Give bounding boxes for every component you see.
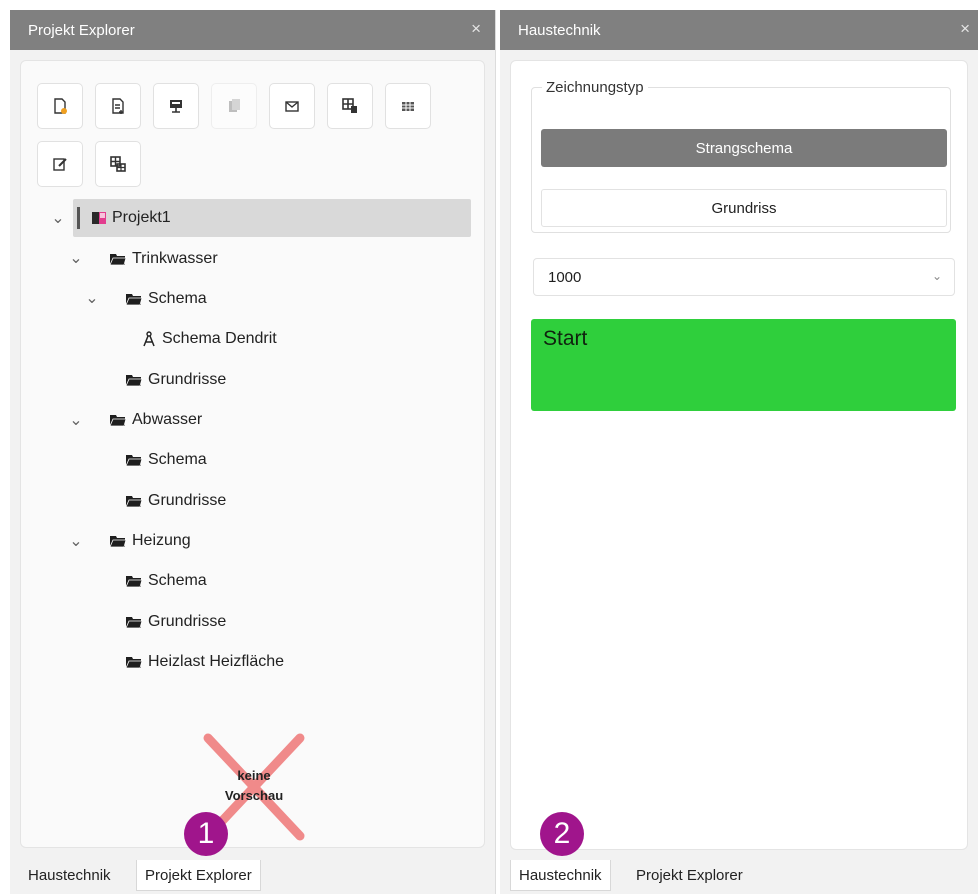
- left-tab-strip: Haustechnik Projekt Explorer: [10, 856, 495, 894]
- chevron-down-icon[interactable]: ⌄: [69, 412, 83, 429]
- scale-select-value: 1000: [548, 268, 582, 286]
- annotation-badge-2: 2: [540, 812, 584, 856]
- tree-node-abwasser-schema[interactable]: Schema: [125, 442, 207, 478]
- add-document-icon: [112, 98, 124, 114]
- annotation-badge-1: 1: [184, 812, 228, 856]
- haustechnik-titlebar: Haustechnik ×: [500, 10, 978, 50]
- projekt-explorer-pane: Projekt Explorer × ⌄ Projekt1 ⌄ Trinkwas…: [10, 10, 496, 894]
- tab-projekt-explorer[interactable]: Projekt Explorer: [136, 860, 261, 891]
- tree-node-heizlast-heizflaeche[interactable]: Heizlast Heizfläche: [125, 644, 284, 680]
- tree-node-trinkwasser[interactable]: Trinkwasser: [109, 241, 218, 277]
- tree-node-label: Heizung: [132, 532, 191, 549]
- tree-node-label: Schema: [148, 290, 207, 307]
- tree-node-heizung[interactable]: Heizung: [109, 523, 191, 559]
- new-file-icon: [54, 98, 67, 114]
- layout-icon: [110, 156, 126, 172]
- folder-open-icon: [125, 615, 143, 629]
- tree-node-label: Schema: [148, 451, 207, 468]
- tree-node-trinkwasser-grundrisse[interactable]: Grundrisse: [125, 362, 226, 398]
- chevron-down-icon[interactable]: ⌄: [69, 250, 83, 267]
- tree-node-heizung-grundrisse[interactable]: Grundrisse: [125, 604, 226, 640]
- tree-node-label: Heizlast Heizfläche: [148, 653, 285, 670]
- tree-node-schema-dendrit[interactable]: Schema Dendrit: [141, 321, 277, 357]
- tree-node-label: Projekt1: [112, 209, 171, 226]
- edit-icon: [53, 158, 67, 171]
- folder-open-icon: [125, 292, 143, 306]
- new-file-button[interactable]: [37, 83, 83, 129]
- presentation-button[interactable]: [153, 83, 199, 129]
- tree-node-label: Schema Dendrit: [162, 330, 277, 347]
- tree-node-label: Grundrisse: [148, 371, 227, 388]
- tree-node-label: Abwasser: [132, 411, 203, 428]
- tree-node-abwasser-grundrisse[interactable]: Grundrisse: [125, 483, 226, 519]
- folder-open-icon: [109, 252, 127, 266]
- chevron-down-icon[interactable]: ⌄: [85, 290, 99, 307]
- tab-projekt-explorer[interactable]: Projekt Explorer: [628, 860, 751, 890]
- haustechnik-content: Zeichnungstyp Strangschema Grundriss 100…: [510, 60, 968, 850]
- project-icon: [91, 210, 107, 226]
- pane-title: Projekt Explorer: [28, 21, 135, 39]
- folder-open-icon: [125, 373, 143, 387]
- haustechnik-pane: Haustechnik × Zeichnungstyp Strangschema…: [500, 10, 978, 894]
- mail-icon: [285, 101, 299, 112]
- folder-open-icon: [125, 655, 143, 669]
- layout-button[interactable]: [95, 141, 141, 187]
- strangschema-button[interactable]: Strangschema: [541, 129, 947, 167]
- table-export-icon: [342, 98, 357, 113]
- projekt-explorer-titlebar: Projekt Explorer ×: [10, 10, 495, 50]
- folder-open-icon: [109, 534, 127, 548]
- edit-button[interactable]: [37, 141, 83, 187]
- chevron-down-icon[interactable]: ⌄: [69, 533, 83, 550]
- tree-node-trinkwasser-schema[interactable]: Schema: [125, 281, 207, 317]
- grid-icon: [402, 102, 414, 111]
- add-document-button[interactable]: [95, 83, 141, 129]
- close-icon[interactable]: ×: [471, 19, 481, 39]
- tree-node-projekt1[interactable]: Projekt1: [91, 200, 171, 236]
- tab-haustechnik[interactable]: Haustechnik: [510, 860, 611, 891]
- selection-indicator: [77, 207, 80, 229]
- copy-icon: [229, 99, 240, 112]
- scale-select[interactable]: 1000 ⌄: [533, 258, 955, 296]
- tree-node-abwasser[interactable]: Abwasser: [109, 402, 202, 438]
- chevron-down-icon: ⌄: [931, 269, 942, 283]
- no-preview-text-line2: Vorschau: [224, 788, 284, 803]
- table-export-button[interactable]: [327, 83, 373, 129]
- tab-haustechnik[interactable]: Haustechnik: [20, 860, 119, 890]
- folder-open-icon: [125, 494, 143, 508]
- tree-node-label: Trinkwasser: [132, 250, 218, 267]
- folder-open-icon: [109, 413, 127, 427]
- copy-button[interactable]: [211, 83, 257, 129]
- tree-node-label: Grundrisse: [148, 613, 227, 630]
- grid-button[interactable]: [385, 83, 431, 129]
- no-preview-text-line1: keine: [237, 768, 271, 783]
- tree-node-label: Schema: [148, 572, 207, 589]
- chevron-down-icon[interactable]: ⌄: [51, 210, 65, 227]
- folder-open-icon: [125, 453, 143, 467]
- start-button[interactable]: Start: [531, 319, 956, 411]
- grundriss-button[interactable]: Grundriss: [541, 189, 947, 227]
- presentation-icon: [170, 100, 182, 113]
- tree-node-heizung-schema[interactable]: Schema: [125, 563, 207, 599]
- pane-title: Haustechnik: [518, 21, 601, 39]
- mail-button[interactable]: [269, 83, 315, 129]
- right-tab-strip: Haustechnik Projekt Explorer: [500, 856, 978, 894]
- folder-open-icon: [125, 574, 143, 588]
- compass-icon: [141, 331, 157, 347]
- start-button-label: Start: [543, 327, 588, 350]
- explorer-content: ⌄ Projekt1 ⌄ Trinkwasser ⌄ Schema Schema…: [20, 60, 485, 848]
- close-icon[interactable]: ×: [960, 19, 970, 39]
- tree-node-label: Grundrisse: [148, 492, 227, 509]
- group-label: Zeichnungstyp: [542, 79, 648, 96]
